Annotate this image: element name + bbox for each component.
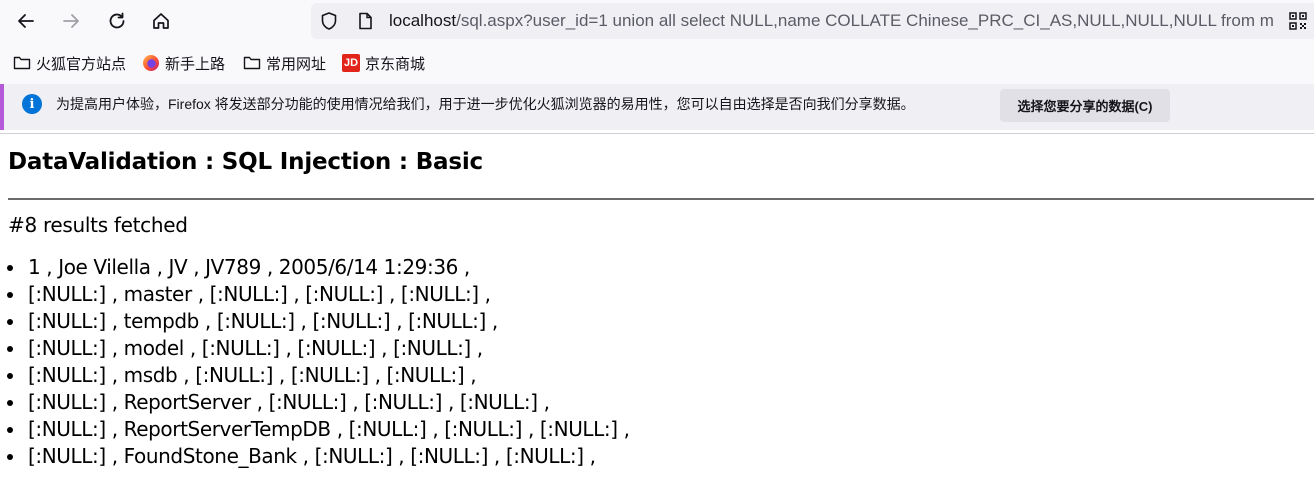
- url-path: /sql.aspx?user_id=1 union all select NUL…: [456, 11, 1274, 30]
- navigation-toolbar: localhost/sql.aspx?user_id=1 union all s…: [0, 0, 1314, 42]
- forward-arrow-icon: [63, 14, 79, 28]
- reload-button[interactable]: [101, 5, 133, 37]
- bookmark-item[interactable]: 火狐官方站点: [13, 52, 126, 74]
- notification-text: 为提高用户体验，Firefox 将发送部分功能的使用情况给我们，用于进一步优化火…: [56, 96, 915, 112]
- horizontal-rule: [8, 198, 1314, 200]
- firefox-icon: [142, 54, 160, 72]
- list-item: [:NULL:] , master , [:NULL:] , [:NULL:] …: [26, 281, 1314, 308]
- page-content: DataValidation : SQL Injection : Basic #…: [0, 148, 1314, 470]
- back-button[interactable]: [10, 5, 42, 37]
- shield-icon[interactable]: [319, 11, 339, 31]
- list-item: 1 , Joe Vilella , JV , JV789 , 2005/6/14…: [26, 254, 1314, 281]
- home-button[interactable]: [145, 5, 177, 37]
- list-item: [:NULL:] , msdb , [:NULL:] , [:NULL:] , …: [26, 362, 1314, 389]
- info-icon: i: [22, 94, 42, 114]
- address-bar[interactable]: localhost/sql.aspx?user_id=1 union all s…: [311, 3, 1314, 39]
- data-sharing-notification: i 为提高用户体验，Firefox 将发送部分功能的使用情况给我们，用于进一步优…: [0, 84, 1314, 130]
- jd-icon: JD: [342, 54, 360, 72]
- results-list: 1 , Joe Vilella , JV , JV789 , 2005/6/14…: [8, 254, 1314, 470]
- forward-button[interactable]: [55, 5, 87, 37]
- bookmark-item[interactable]: 常用网址: [243, 52, 326, 74]
- list-item: [:NULL:] , model , [:NULL:] , [:NULL:] ,…: [26, 335, 1314, 362]
- qr-code-icon[interactable]: [1288, 11, 1308, 31]
- toolbar-divider: [0, 133, 1314, 134]
- bookmark-item[interactable]: 新手上路: [142, 52, 225, 74]
- list-item: [:NULL:] , ReportServerTempDB , [:NULL:]…: [26, 416, 1314, 443]
- back-arrow-icon: [18, 14, 34, 28]
- page-info-icon[interactable]: [355, 11, 375, 31]
- folder-icon: [243, 54, 261, 72]
- home-icon: [153, 13, 169, 29]
- list-item: [:NULL:] , ReportServer , [:NULL:] , [:N…: [26, 389, 1314, 416]
- list-item: [:NULL:] , tempdb , [:NULL:] , [:NULL:] …: [26, 308, 1314, 335]
- url-text[interactable]: localhost/sql.aspx?user_id=1 union all s…: [389, 11, 1274, 31]
- bookmark-item[interactable]: JD 京东商城: [342, 52, 425, 74]
- bookmark-label: 京东商城: [365, 55, 426, 73]
- results-count: #8 results fetched: [8, 213, 188, 237]
- url-host: localhost: [389, 11, 457, 30]
- reload-icon: [109, 12, 125, 29]
- bookmark-label: 常用网址: [266, 55, 327, 73]
- page-title: DataValidation : SQL Injection : Basic: [8, 149, 483, 175]
- bookmarks-toolbar: 火狐官方站点 新手上路 常用网址 JD 京东商城: [0, 42, 1314, 84]
- list-item: [:NULL:] , FoundStone_Bank , [:NULL:] , …: [26, 443, 1314, 470]
- bookmark-label: 新手上路: [165, 55, 226, 73]
- bookmark-label: 火狐官方站点: [36, 55, 127, 73]
- choose-data-button[interactable]: 选择您要分享的数据(C): [1000, 89, 1170, 122]
- folder-icon: [13, 54, 31, 72]
